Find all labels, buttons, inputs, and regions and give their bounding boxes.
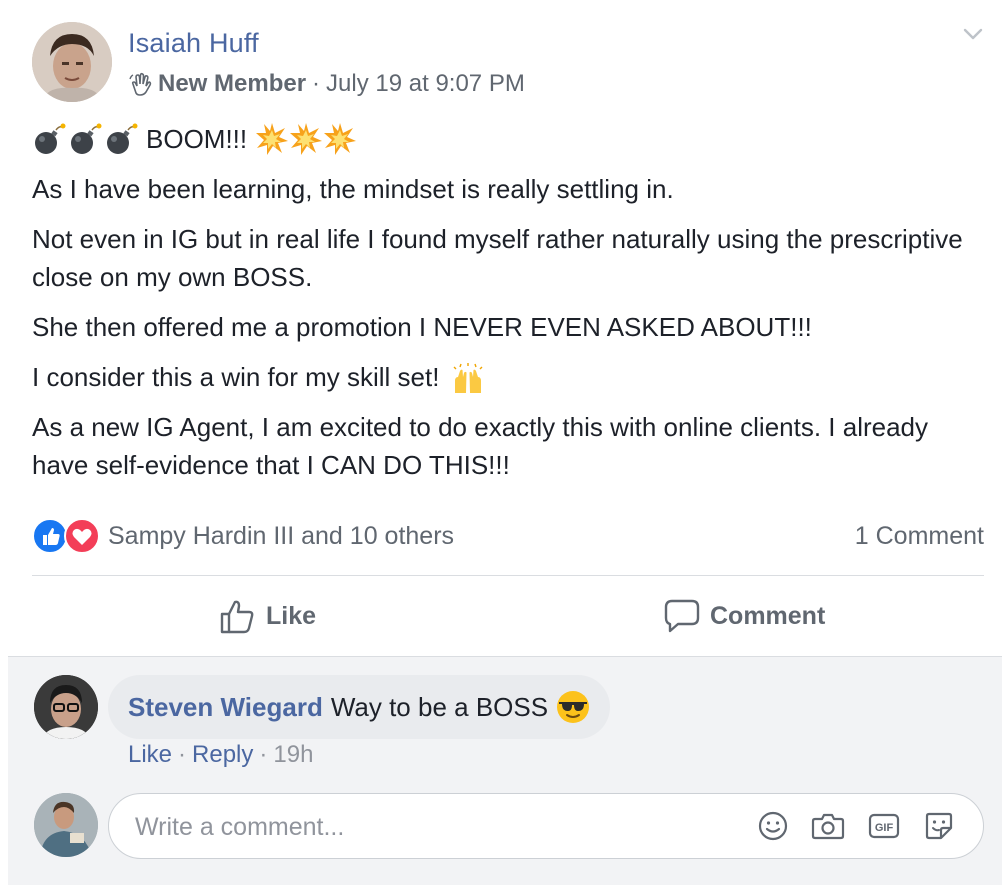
comment-like-link[interactable]: Like [128,741,172,769]
like-button-label: Like [266,601,317,630]
post-timestamp[interactable]: July 19 at 9:07 PM [326,70,525,98]
comment-action-separator: · [259,741,268,768]
boom-text: BOOM!!! [146,124,248,154]
member-badge[interactable]: New Member [158,70,306,98]
comment-text: Way to be a BOSS [330,691,549,722]
comment-reply-link[interactable]: Reply [192,741,253,769]
meta-separator: · [312,70,321,97]
post-paragraph: She then offered me a promotion I NEVER … [32,312,812,342]
emoji-picker-button[interactable] [757,810,789,842]
wave-hand-icon [129,72,152,96]
raising-hands-emoji-icon [453,363,483,394]
camera-icon [811,813,845,840]
comment-composer: GIF [108,793,984,860]
comment-count[interactable]: 1 Comment [855,522,984,551]
like-button[interactable]: Like [218,584,316,648]
reactions-text[interactable]: Sampy Hardin III and 10 others [108,522,454,551]
speech-bubble-icon [664,599,700,633]
collision-emoji-icon [256,123,289,155]
post-actions: Like Comment [32,584,984,648]
gif-button[interactable]: GIF [867,810,901,842]
comment-button-label: Comment [710,601,826,630]
post-body: BOOM!!! As I have been learning, the min… [32,120,972,496]
commenter-name[interactable]: Steven Wiegard [128,692,323,723]
collision-emoji-icon [324,123,357,155]
post-paragraph: Not even in IG but in real life I found … [32,224,963,292]
chevron-down-icon[interactable] [962,26,984,42]
reactions-summary: Sampy Hardin III and 10 others 1 Comment [32,516,984,556]
divider [32,575,984,576]
bomb-emoji-icon [71,123,102,154]
comments-section: Steven Wiegard Way to be a BOSS Like · R… [8,656,1002,885]
post-card: Isaiah Huff New Member · July 19 at 9:07… [0,0,1002,885]
composer-tools: GIF [735,810,955,842]
smiley-icon [758,811,788,841]
thumbs-up-icon [220,600,254,634]
post-paragraph: As a new IG Agent, I am excited to do ex… [32,412,929,480]
comment-bubble: Steven Wiegard Way to be a BOSS [108,675,611,739]
svg-text:GIF: GIF [875,822,894,834]
comment-actions: Like · Reply · 19h [128,741,313,769]
post-paragraph-with-emoji: I consider this a win for my skill set! [32,358,972,396]
post-meta: New Member · July 19 at 9:07 PM [128,70,525,98]
comment-time[interactable]: 19h [273,741,313,769]
photo-attach-button[interactable] [811,810,845,842]
author-avatar[interactable] [32,22,112,102]
reaction-icons[interactable] [32,518,100,554]
post-paragraph: I consider this a win for my skill set! [32,362,440,392]
author-name[interactable]: Isaiah Huff [128,28,259,59]
comment-action-separator: · [178,741,187,768]
sticker-icon [925,812,953,840]
current-user-avatar[interactable] [34,793,98,857]
like-reaction-icon [32,518,68,554]
love-reaction-icon [64,518,100,554]
gif-icon: GIF [868,813,900,839]
collision-emoji-icon [290,123,323,155]
comment-input[interactable] [133,794,737,860]
sunglasses-emoji-icon [557,691,590,723]
bomb-emoji-icon [35,123,66,154]
bomb-emoji-icon [107,123,138,154]
commenter-avatar[interactable] [34,675,98,739]
sticker-button[interactable] [923,810,955,842]
comment-button[interactable]: Comment [664,584,825,648]
post-line-boom: BOOM!!! [32,120,972,158]
post-paragraph: As I have been learning, the mindset is … [32,174,674,204]
